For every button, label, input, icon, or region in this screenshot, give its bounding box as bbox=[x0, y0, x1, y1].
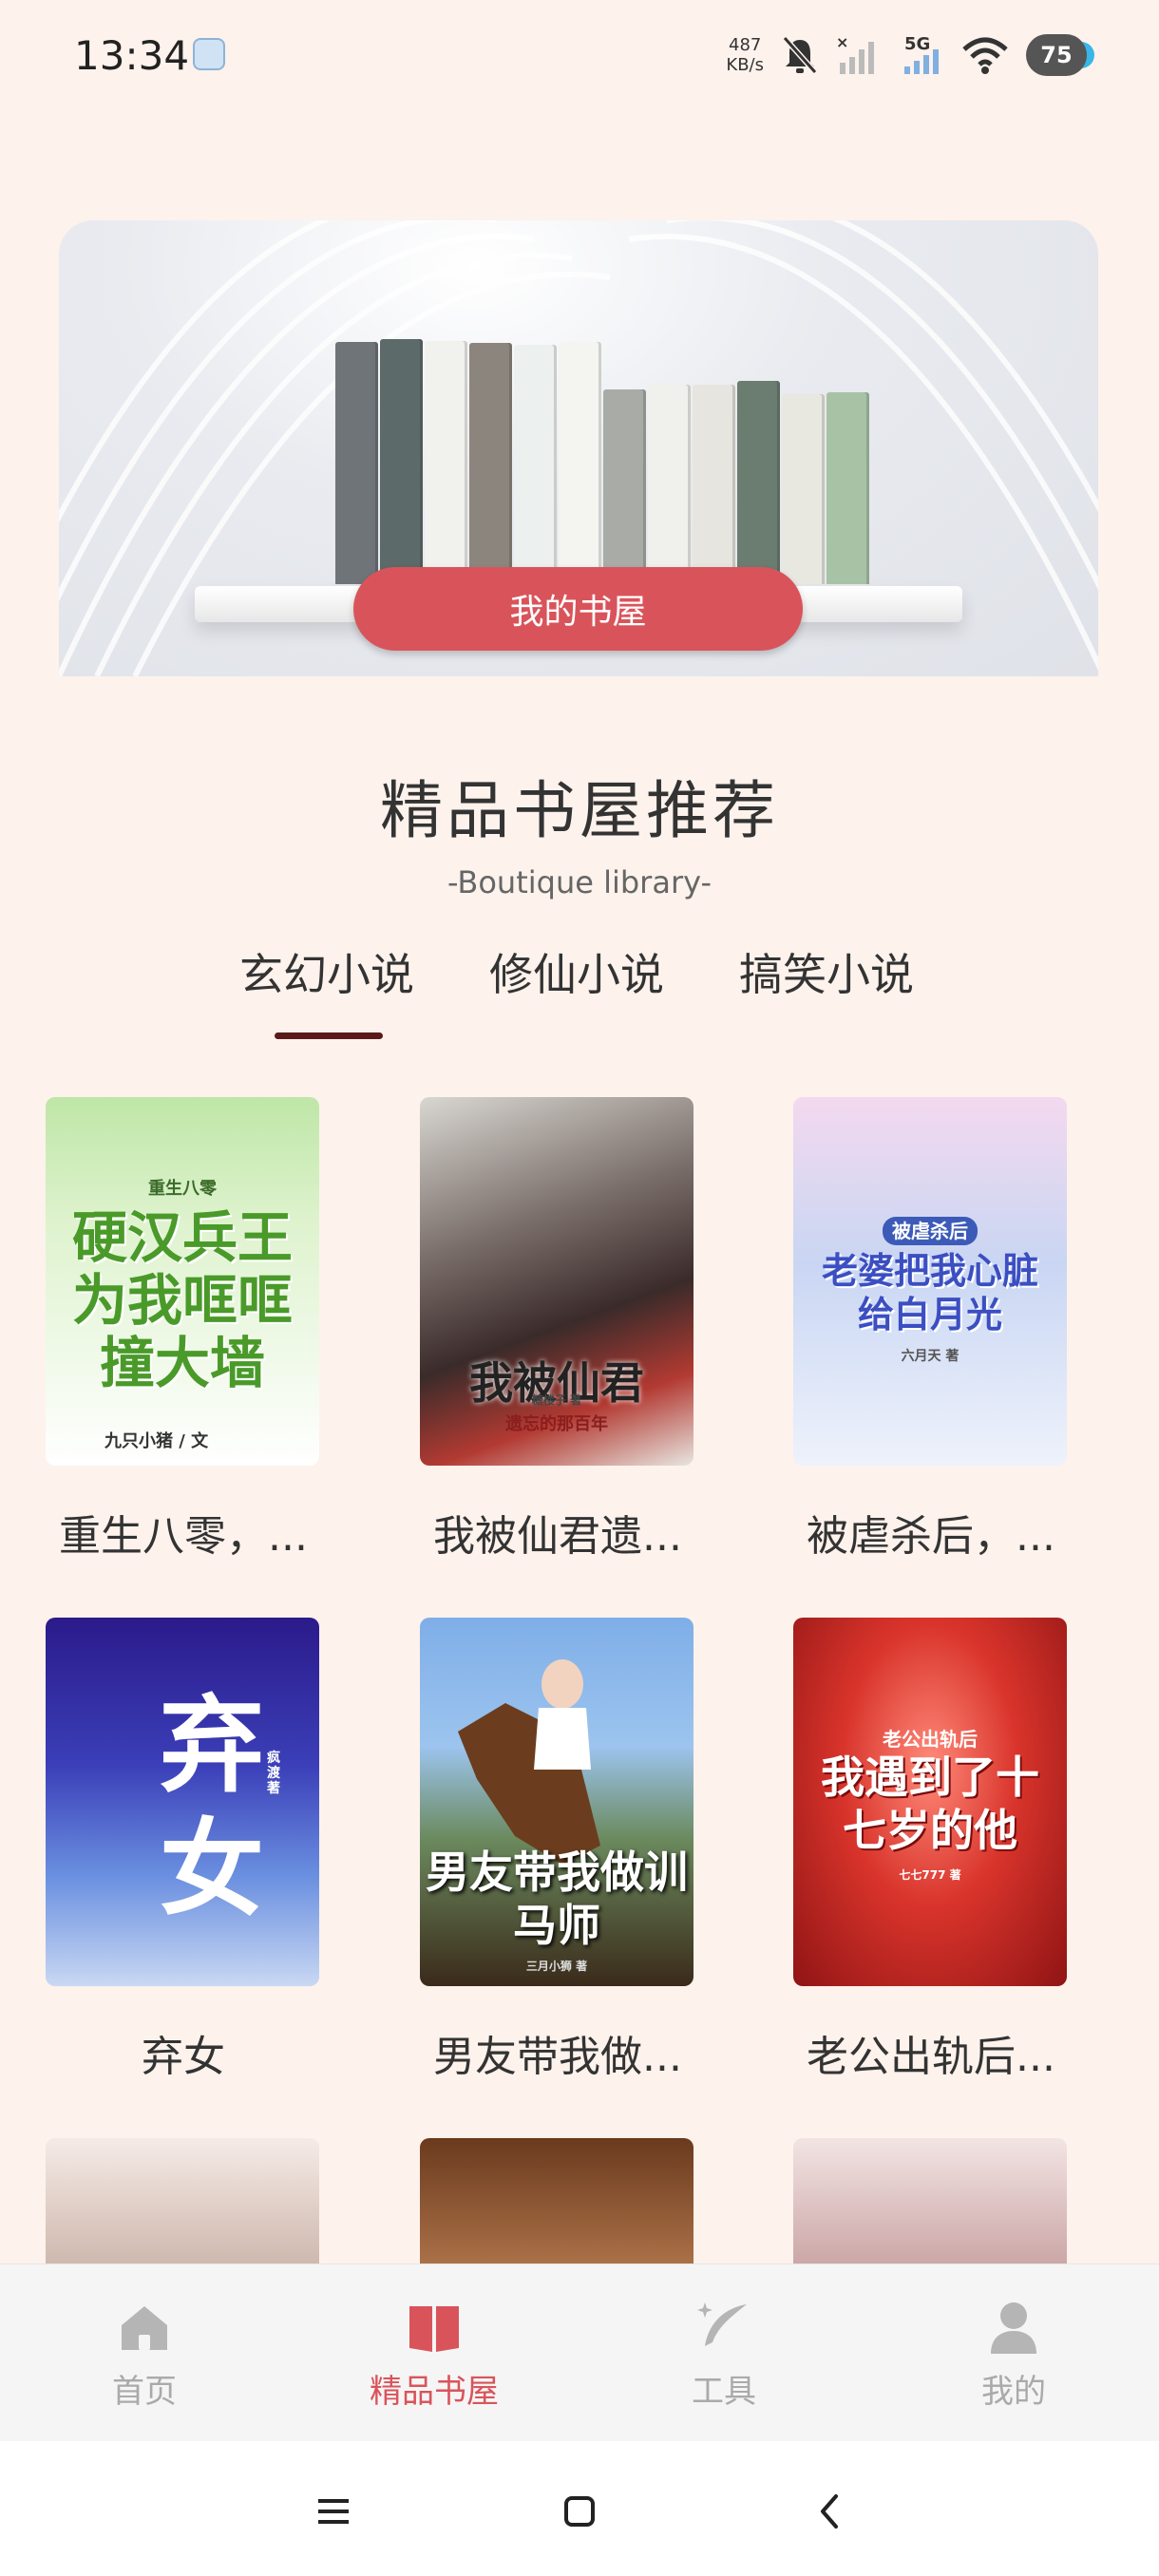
quill-icon bbox=[697, 2302, 747, 2346]
book-cover[interactable]: 我被仙君 遗忘的那百年 糖楼子 著 bbox=[420, 1097, 694, 1466]
bookshelf-banner[interactable]: 我的书屋 bbox=[59, 220, 1098, 676]
shelf-book bbox=[335, 342, 378, 584]
shelf-book bbox=[559, 342, 601, 584]
shelf-book bbox=[603, 389, 646, 584]
section-subtitle: -Boutique library- bbox=[446, 864, 712, 900]
nav-label: 首页 bbox=[112, 2373, 177, 2411]
menu-icon[interactable] bbox=[305, 2483, 362, 2540]
shelf-book bbox=[425, 341, 467, 584]
cover-tag: 被虐杀后 bbox=[793, 1216, 1067, 1245]
cover-tag: 重生八零 bbox=[148, 1179, 217, 1199]
nav-label: 精品书屋 bbox=[370, 2373, 499, 2411]
tab-xiuxian[interactable]: 修仙小说 bbox=[489, 940, 664, 1003]
signal-5g-icon: 5G bbox=[904, 34, 939, 74]
shelf-book bbox=[648, 385, 691, 584]
cover-tag: 遗忘的那百年 bbox=[505, 1414, 608, 1434]
cover-author: 三月小狮 著 bbox=[525, 1960, 588, 1973]
cover-tag: 老公出轨后 bbox=[883, 1728, 978, 1751]
network-speed: 487 KB/s bbox=[726, 35, 764, 75]
book-title[interactable]: 被虐杀后，... bbox=[784, 1502, 1078, 1563]
status-time: 13:34 bbox=[74, 32, 190, 79]
book-cover[interactable]: 男友带我做训马师 三月小狮 著 bbox=[420, 1618, 694, 1986]
system-navigation-bar bbox=[0, 2441, 1159, 2576]
cover-author: 六月天 著 bbox=[901, 1349, 960, 1364]
cover-author: 糖楼子 著 bbox=[531, 1393, 582, 1407]
book-cover[interactable]: 弃女 疯渡 著 bbox=[46, 1618, 319, 1986]
nav-home[interactable]: 首页 bbox=[49, 2299, 239, 2412]
cover-title: 硬汉兵王为我哐哐撞大墙 bbox=[71, 1205, 293, 1395]
battery-indicator: 75 bbox=[1026, 34, 1094, 76]
cover-tag-label: 被虐杀后 bbox=[883, 1217, 978, 1245]
shelf-book bbox=[693, 385, 735, 584]
network-speed-unit: KB/s bbox=[726, 55, 764, 75]
cover-title: 我遇到了十七岁的他 bbox=[821, 1752, 1039, 1856]
my-bookshelf-button[interactable]: 我的书屋 bbox=[353, 567, 803, 651]
wifi-icon bbox=[962, 37, 1008, 74]
network-speed-value: 487 bbox=[729, 35, 762, 55]
shelf-book bbox=[469, 343, 512, 584]
mute-bell-icon bbox=[782, 36, 818, 74]
tab-xuanhuan[interactable]: 玄幻小说 bbox=[239, 940, 414, 1003]
book-card[interactable]: 我被仙君 遗忘的那百年 糖楼子 著 我被仙君遗... bbox=[420, 1097, 695, 1561]
section-title: 精品书屋推荐 bbox=[380, 774, 779, 847]
book-cover[interactable]: 被虐杀后 老婆把我心脏给白月光 六月天 著 bbox=[793, 1097, 1067, 1466]
svg-text:×: × bbox=[836, 34, 848, 51]
shelf-book bbox=[737, 381, 780, 584]
book-card[interactable]: 被虐杀后 老婆把我心脏给白月光 六月天 著 被虐杀后，... bbox=[793, 1097, 1069, 1561]
book-title[interactable]: 老公出轨后... bbox=[784, 2022, 1078, 2083]
back-chevron-icon[interactable] bbox=[802, 2483, 859, 2540]
book-card[interactable]: 男友带我做训马师 三月小狮 著 男友带我做... bbox=[420, 1618, 695, 2081]
nav-label: 工具 bbox=[692, 2373, 756, 2411]
home-square-icon[interactable] bbox=[551, 2483, 608, 2540]
tab-gaoxiao[interactable]: 搞笑小说 bbox=[739, 940, 914, 1003]
book-title[interactable]: 男友带我做... bbox=[410, 2022, 705, 2083]
status-icons: 487 KB/s × 5G 75 bbox=[726, 27, 1094, 84]
nav-profile[interactable]: 我的 bbox=[919, 2299, 1109, 2412]
user-icon bbox=[991, 2302, 1036, 2354]
book-icon bbox=[409, 2306, 459, 2352]
shelf-book bbox=[826, 392, 869, 584]
category-tabs: 玄幻小说 修仙小说 搞笑小说 bbox=[0, 940, 1159, 1035]
shelf-books bbox=[335, 339, 871, 584]
shelf-book bbox=[514, 345, 557, 584]
book-cover[interactable]: 老公出轨后 我遇到了十七岁的他 七七777 著 bbox=[793, 1618, 1067, 1986]
book-card[interactable]: 重生八零 硬汉兵王为我哐哐撞大墙 九只小猪 / 文 重生八零，... bbox=[46, 1097, 321, 1561]
active-tab-indicator bbox=[275, 1032, 383, 1039]
network-label: 5G bbox=[904, 34, 930, 54]
cover-title: 弃女 bbox=[160, 1685, 264, 1930]
status-bar: 13:34 487 KB/s × 5G 75 bbox=[0, 0, 1159, 114]
battery-level: 75 bbox=[1040, 42, 1073, 68]
nav-boutique-library[interactable]: 精品书屋 bbox=[339, 2299, 529, 2412]
cover-title: 老婆把我心脏给白月光 bbox=[821, 1250, 1038, 1335]
home-icon bbox=[122, 2306, 167, 2350]
book-title[interactable]: 重生八零，... bbox=[36, 1502, 331, 1563]
nav-tools[interactable]: 工具 bbox=[629, 2299, 819, 2412]
cover-title: 男友带我做训马师 bbox=[426, 1847, 688, 1951]
shelf-book bbox=[380, 339, 423, 584]
book-card[interactable]: 弃女 疯渡 著 弃女 bbox=[46, 1618, 321, 2081]
book-title[interactable]: 弃女 bbox=[36, 2022, 331, 2083]
nav-label: 我的 bbox=[981, 2373, 1046, 2411]
cover-author: 疯渡 著 bbox=[267, 1751, 280, 1796]
book-cover[interactable]: 重生八零 硬汉兵王为我哐哐撞大墙 九只小猪 / 文 bbox=[46, 1097, 319, 1466]
cover-author: 九只小猪 / 文 bbox=[104, 1431, 209, 1451]
bottom-navigation: 首页 精品书屋 工具 我的 bbox=[0, 2263, 1159, 2442]
cover-author: 七七777 著 bbox=[899, 1868, 961, 1882]
shelf-book bbox=[782, 394, 825, 584]
notification-app-icon bbox=[193, 38, 225, 70]
book-card[interactable]: 老公出轨后 我遇到了十七岁的他 七七777 著 老公出轨后... bbox=[793, 1618, 1069, 2081]
book-title[interactable]: 我被仙君遗... bbox=[410, 1502, 705, 1563]
signal-no-sim-icon: × bbox=[836, 34, 874, 74]
